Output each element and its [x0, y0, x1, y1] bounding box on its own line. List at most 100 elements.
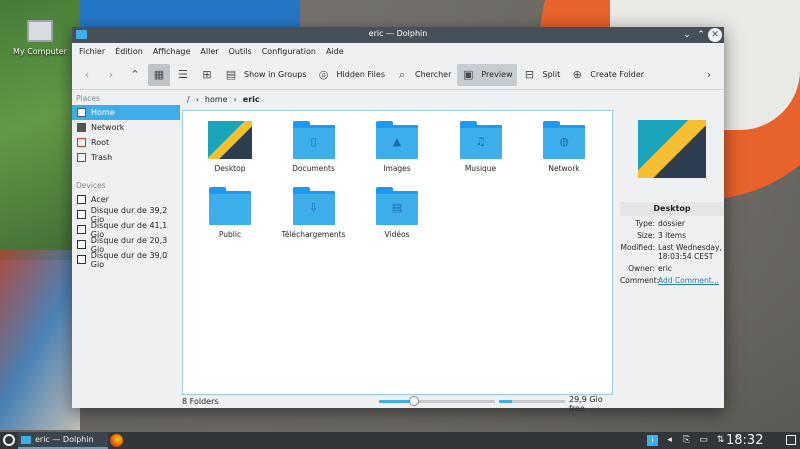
zoom-slider[interactable]	[379, 396, 495, 406]
trash-icon	[77, 153, 86, 162]
file-item[interactable]: ◍ Network	[523, 121, 605, 173]
folder-icon	[209, 187, 251, 225]
folder-icon: ⇩	[292, 187, 335, 225]
breadcrumb-root[interactable]: /	[187, 95, 190, 104]
clipboard-icon[interactable]: ⎘	[681, 435, 692, 446]
arrow-right-icon: ›	[108, 68, 114, 81]
document-icon: ▯	[310, 135, 317, 148]
desktop-icon-my-computer[interactable]: My Computer	[10, 20, 70, 56]
info-key: Comment:	[620, 276, 660, 285]
network-icon[interactable]: ⇅	[715, 435, 726, 446]
info-key: Type:	[635, 219, 655, 228]
file-item[interactable]: Desktop	[189, 121, 271, 173]
dolphin-window: eric — Dolphin ⌄ ⌃ ✕ Fichier Édition Aff…	[72, 27, 724, 413]
preview-thumbnail	[638, 120, 706, 178]
breadcrumb-home[interactable]: home	[205, 95, 228, 104]
menu-affichage[interactable]: Affichage	[148, 47, 196, 56]
compact-view-button[interactable]: ☰	[172, 64, 194, 86]
sidebar-item-root[interactable]: Root	[72, 135, 180, 150]
titlebar[interactable]: eric — Dolphin ⌄ ⌃ ✕	[72, 27, 724, 43]
free-space-bar	[499, 400, 565, 403]
add-comment-link[interactable]: Add Comment...	[658, 276, 724, 285]
statusbar: 8 Folders 29,9 Gio free	[182, 395, 613, 413]
file-view[interactable]: Desktop ▯ Documents ▲ Images ♫ Musique ◍ Network…	[182, 110, 613, 395]
create-folder-button[interactable]: ⊕ Create Folder	[566, 64, 648, 86]
eye-slash-icon: ◎	[318, 68, 329, 81]
file-label: Desktop	[214, 164, 246, 173]
search-button[interactable]: ⌕ Chercher	[391, 64, 455, 86]
grid-icon: ▦	[153, 68, 165, 81]
info-row-type: Type: dossier	[620, 219, 724, 228]
sidebar-item-label: Trash	[91, 153, 113, 162]
hidden-files-button[interactable]: ◎ Hidden Files	[313, 64, 389, 86]
forward-button[interactable]: ›	[100, 64, 122, 86]
file-item[interactable]: ▯ Documents	[273, 121, 355, 173]
sidebar-item-device[interactable]: Disque dur de 39,0 Gio	[72, 251, 180, 269]
sidebar-item-label: Root	[91, 138, 110, 147]
info-row-size: Size: 3 items	[620, 231, 724, 240]
menu-fichier[interactable]: Fichier	[74, 47, 110, 56]
app-launcher-button[interactable]	[3, 434, 15, 446]
folder-icon: ▲	[376, 121, 418, 159]
details-view-button[interactable]: ⊞	[196, 64, 218, 86]
notifications-icon[interactable]: i	[647, 435, 658, 446]
download-icon: ⇩	[308, 201, 319, 214]
sidebar-item-network[interactable]: Network	[72, 120, 180, 135]
menu-aide[interactable]: Aide	[321, 47, 349, 56]
info-row-comment: Comment: Add Comment...	[620, 276, 724, 285]
maximize-button[interactable]: ⌃	[694, 28, 708, 42]
information-panel: Desktop Type: dossier Size: 3 items Modifi…	[620, 110, 724, 400]
panel-settings-button[interactable]	[786, 435, 796, 445]
computer-icon	[27, 20, 53, 42]
drive-icon	[77, 240, 86, 249]
volume-icon[interactable]: ◂	[664, 435, 675, 446]
item-count: 8 Folders	[182, 397, 219, 406]
sidebar-item-trash[interactable]: Trash	[72, 150, 180, 165]
menu-aller[interactable]: Aller	[195, 47, 223, 56]
breadcrumb: / › home › eric	[184, 90, 614, 108]
breadcrumb-current[interactable]: eric	[243, 95, 260, 104]
minimize-button[interactable]: ⌄	[680, 28, 694, 42]
home-icon	[77, 108, 86, 117]
up-button[interactable]: ⌃	[124, 64, 146, 86]
zoom-handle[interactable]	[408, 396, 419, 406]
split-button[interactable]: ⊟ Split	[519, 64, 565, 86]
icons-view-button[interactable]: ▦	[148, 63, 170, 86]
desktop-icon-label: My Computer	[13, 47, 67, 56]
info-value: 3 items	[658, 231, 687, 240]
film-icon: ▤	[391, 201, 403, 214]
file-label: Musique	[464, 164, 497, 173]
task-label: eric — Dolphin	[35, 435, 94, 444]
drive-icon	[77, 210, 86, 219]
preview-button[interactable]: ▣ Preview	[457, 63, 517, 86]
close-button[interactable]: ✕	[708, 28, 722, 42]
clock[interactable]: 18:32	[726, 432, 763, 449]
file-label: Documents	[292, 164, 335, 173]
firefox-launcher[interactable]	[110, 434, 123, 447]
image-icon: ▣	[463, 68, 474, 81]
folder-icon: ◍	[543, 121, 585, 159]
show-in-groups-button[interactable]: ▤ Show in Groups	[220, 64, 311, 86]
file-item[interactable]: ▲ Images	[356, 121, 438, 173]
toolbar-overflow-button[interactable]: ›	[698, 64, 720, 86]
free-space-label: 29,9 Gio free	[569, 395, 603, 413]
info-key: Owner:	[628, 264, 655, 273]
file-label: Téléchargements	[281, 230, 346, 239]
file-item[interactable]: ▤ Vidéos	[356, 187, 438, 239]
menu-configuration[interactable]: Configuration	[257, 47, 321, 56]
taskbar-task-dolphin[interactable]: eric — Dolphin	[18, 432, 108, 449]
menu-edition[interactable]: Édition	[110, 47, 148, 56]
file-item[interactable]: ⇩ Téléchargements	[273, 187, 355, 239]
wallpaper-shape	[0, 250, 80, 430]
chevron-right-icon: ›	[195, 94, 199, 104]
sidebar-item-home[interactable]: Home	[72, 105, 180, 120]
battery-icon[interactable]: ▭	[698, 435, 709, 446]
sidebar-item-label: Acer	[91, 195, 109, 204]
file-item[interactable]: ♫ Musique	[440, 121, 522, 173]
menu-outils[interactable]: Outils	[224, 47, 257, 56]
split-label: Split	[542, 70, 561, 79]
file-item[interactable]: Public	[189, 187, 271, 239]
back-button[interactable]: ‹	[76, 64, 98, 86]
globe-icon: ◍	[559, 135, 569, 148]
desktop-thumbnail-icon	[208, 121, 252, 159]
